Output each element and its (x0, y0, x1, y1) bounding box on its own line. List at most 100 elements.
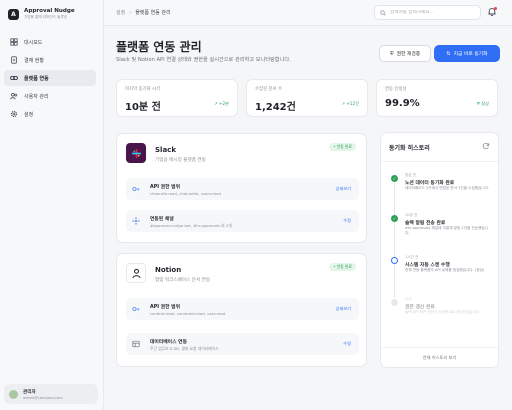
stat-label: 수집된 문서 수 (255, 87, 283, 92)
sidebar-item-label: 사용자 관리 (24, 93, 49, 100)
history-time: 10분 전 (405, 213, 418, 217)
history-time: 1시간 전 (405, 255, 419, 259)
key-icon (132, 307, 140, 311)
app-logo: A (8, 8, 19, 20)
avatar (9, 389, 18, 399)
sync-now-button[interactable]: ⇅ 지금 바로 동기화 (434, 45, 500, 62)
breadcrumb-current: 플랫폼 연동 관리 (135, 10, 171, 16)
sidebar-item-integrations[interactable]: 플랫폼 연동 (4, 70, 96, 86)
check-icon: ✓ (391, 215, 398, 222)
notion-database-row: 데이터베이스 연동 주간 업무보고 DB, 결재 요청 데이터베이스 수정 (126, 333, 359, 355)
sidebar-item-label: 플랫폼 연동 (24, 75, 49, 82)
history-title: 노션 데이터 동기화 완료 (405, 181, 455, 186)
search-icon (380, 9, 386, 16)
notion-logo (126, 263, 146, 283)
sidebar-item-label: 대시보드 (24, 39, 43, 46)
breadcrumb: 설정 › 플랫폼 연동 관리 (116, 9, 171, 16)
row-subtitle: 주간 업무보고 DB, 결재 요청 데이터베이스 (150, 346, 219, 351)
stat-label: 마지막 동기화 시각 (125, 87, 161, 92)
edit-link[interactable]: 수정 (343, 341, 351, 347)
stat-stability: 연동 안정성 99.9% ⛨ 정상 (376, 79, 498, 117)
hash-icon (132, 217, 140, 225)
row-title: 데이터베이스 연동 (150, 340, 187, 345)
row-title: API 권한 범위 (150, 305, 181, 310)
history-description: 슬랙 API 토큰 권한이 성공적으로 갱신되었습니다. (405, 310, 481, 314)
shield-icon: ⛨ (389, 50, 394, 57)
stat-delta: ⛨ 정상 (476, 101, 489, 106)
notification-dot (494, 7, 497, 10)
row-title: API 권한 범위 (150, 185, 181, 190)
history-title: 동기화 히스토리 (389, 145, 430, 152)
app-subtitle: 기업용 결재 리마인드 솔루션 (24, 15, 68, 19)
user-name: 관리자 (23, 389, 36, 395)
recheck-label: 권한 재검증 (396, 52, 421, 57)
stat-last-sync: 마지막 동기화 시각 10분 전 ↗ +2분 (116, 79, 238, 117)
info-icon (391, 257, 398, 264)
refresh-icon[interactable] (482, 142, 490, 150)
view-all-history-link[interactable]: 전체 히스토리 보기 (381, 347, 498, 367)
row-subtitle: channels:read, chat:write, users:read (150, 191, 221, 196)
sidebar-item-dashboard[interactable]: 대시보드 (4, 34, 96, 50)
status-badge: • 연동 완료 (329, 143, 356, 151)
row-subtitle: content:read, comment:read, user:read (150, 311, 226, 316)
history-title: 시스템 자동 스캔 수행 (405, 263, 450, 268)
slack-subtitle: 기업용 메시징 플랫폼 연동 (155, 158, 206, 163)
sync-history-panel: 동기화 히스토리 ✓ 방금 전 노션 데이터 동기화 완료 데이터베이스 2곳에… (380, 132, 499, 368)
notion-icon (131, 268, 141, 278)
history-time: 방금 전 (405, 173, 417, 177)
notion-card: Notion 협업 워크스페이스 문서 연동 • 연동 완료 API 권한 범위… (116, 253, 367, 367)
timeline-line (394, 183, 395, 216)
sidebar-item-approvals[interactable]: 결재 현황 (4, 52, 96, 68)
history-title: 슬랙 알림 전송 완료 (405, 221, 446, 226)
status-badge: • 연동 완료 (329, 263, 356, 271)
edit-link[interactable]: 수정 (343, 218, 351, 224)
check-icon: ✓ (391, 175, 398, 182)
sidebar: A Approval Nudge 기업용 결재 리마인드 솔루션 대시보드 결재… (0, 0, 104, 410)
breadcrumb-item[interactable]: 설정 (116, 10, 125, 16)
breadcrumb-separator: › (129, 10, 132, 16)
users-icon (10, 92, 18, 100)
stat-delta: ↗ +12건 (341, 101, 359, 106)
notification-button[interactable] (487, 7, 497, 17)
history-description: #hr-approvals 채널에 미결재 알림 2건을 전송했습니다. (405, 226, 488, 235)
history-description: 데이터베이스 2곳에서 변경된 문서 3건을 수집했습니다. (405, 186, 490, 190)
slack-channels-row: 연동된 채널 #approval-nudge-bot, #hr-approval… (126, 210, 359, 232)
brand[interactable]: A Approval Nudge 기업용 결재 리마인드 솔루션 (8, 8, 75, 20)
history-time: 어제 (405, 297, 412, 301)
gear-icon (10, 110, 18, 118)
slack-scope-row: API 권한 범위 channels:read, chat:write, use… (126, 178, 359, 200)
dashboard-icon (10, 38, 18, 46)
sidebar-item-users[interactable]: 사용자 관리 (4, 88, 96, 104)
topbar: 설정 › 플랫폼 연동 관리 (104, 0, 512, 26)
history-title: 권한 갱신 완료 (405, 305, 435, 310)
user-profile[interactable]: 관리자 admin@company.com (4, 384, 98, 404)
pending-icon (391, 299, 398, 306)
notion-name: Notion (155, 266, 182, 274)
sidebar-item-settings[interactable]: 설정 (4, 106, 96, 122)
timeline-line (394, 222, 395, 258)
slack-logo (126, 143, 146, 163)
sidebar-nav: 대시보드 결재 현황 플랫폼 연동 사용자 관리 설정 (4, 34, 96, 124)
page-title: 플랫폼 연동 관리 (116, 40, 202, 54)
history-description: 전체 연동 플랫폼의 API 상태를 점검했습니다. (정상) (405, 268, 485, 272)
row-subtitle: #approval-nudge-bot, #hr-approvals 외 2개 (150, 223, 232, 228)
view-details-link[interactable]: 상세보기 (336, 186, 351, 192)
stat-delta: ↗ +2분 (214, 101, 229, 106)
notion-subtitle: 협업 워크스페이스 문서 연동 (155, 278, 211, 283)
notion-scope-row: API 권한 범위 content:read, comment:read, us… (126, 298, 359, 320)
slack-card: Slack 기업용 메시징 플랫폼 연동 • 연동 완료 API 권한 범위 c… (116, 133, 367, 243)
user-email: admin@company.com (23, 395, 63, 400)
timeline-line (394, 264, 395, 298)
sync-icon: ⇅ (446, 50, 451, 57)
view-details-link[interactable]: 상세보기 (336, 306, 351, 312)
sidebar-item-label: 설정 (24, 111, 34, 118)
sidebar-item-label: 결재 현황 (24, 57, 44, 64)
database-icon (132, 340, 140, 348)
stat-documents: 수집된 문서 수 1,242건 ↗ +12건 (246, 79, 368, 117)
divider (381, 161, 498, 162)
stat-value: 99.9% (385, 98, 420, 109)
page-description: Slack 및 Notion API 연결 상태와 권한을 실시간으로 관리하고… (116, 57, 291, 63)
recheck-permissions-button[interactable]: ⛨ 권한 재검증 (379, 45, 431, 62)
search-box[interactable] (374, 5, 481, 20)
search-input[interactable] (390, 10, 480, 15)
